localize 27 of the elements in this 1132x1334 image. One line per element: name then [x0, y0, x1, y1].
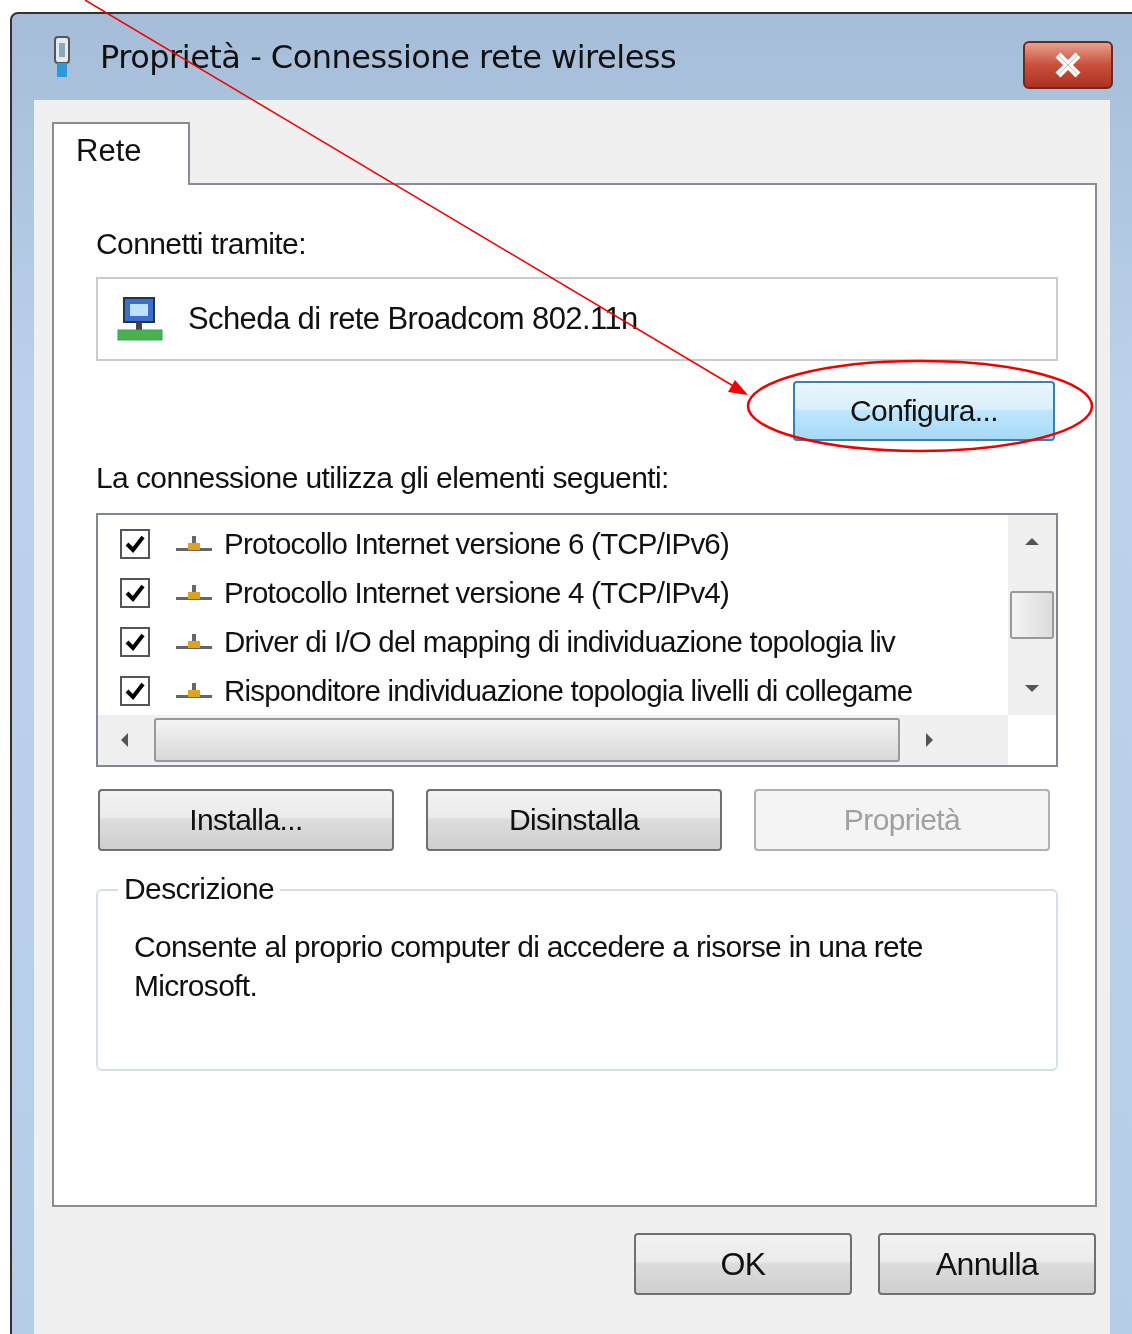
checkbox[interactable] — [120, 528, 150, 559]
network-protocol-icon — [176, 533, 212, 554]
component-action-button[interactable]: Disinstalla — [426, 789, 722, 851]
checkbox[interactable] — [120, 577, 150, 608]
tab[interactable]: Rete — [52, 122, 190, 185]
component-action-button[interactable]: Installa... — [98, 789, 394, 851]
component-name[interactable]: Driver di I/O del mapping di individuazione topologia liv — [224, 624, 895, 659]
scroll-thumb[interactable] — [1010, 591, 1054, 639]
component-name[interactable]: Protocollo Internet versione 6 (TCP/IPv6) — [224, 526, 729, 561]
dialog-button[interactable]: OK — [634, 1233, 852, 1295]
dialog-button[interactable]: Annulla — [878, 1233, 1096, 1295]
network-protocol-icon — [176, 582, 212, 603]
horizontal-scrollbar[interactable] — [98, 715, 1008, 765]
checkbox[interactable] — [120, 626, 150, 657]
description-text: Consente al proprio computer di accedere a risorse in una rete Microsoft. — [134, 929, 924, 1004]
vertical-scrollbar[interactable] — [1008, 515, 1056, 715]
connect-using-label: Connetti tramite: — [96, 227, 306, 261]
components-label: La connessione utilizza gli elementi seguenti: — [96, 461, 669, 495]
checkbox[interactable] — [120, 675, 150, 706]
scroll-thumb[interactable] — [154, 718, 900, 762]
configure-button[interactable]: Configura... — [793, 381, 1055, 441]
component-name[interactable]: Risponditore individuazione topologia livelli di collegame — [224, 673, 913, 708]
close-button[interactable] — [1023, 41, 1113, 89]
network-adapter-icon — [116, 296, 164, 342]
component-name[interactable]: Protocollo Internet versione 4 (TCP/IPv4) — [224, 575, 729, 610]
network-protocol-icon — [176, 631, 212, 652]
network-protocol-icon — [176, 680, 212, 701]
